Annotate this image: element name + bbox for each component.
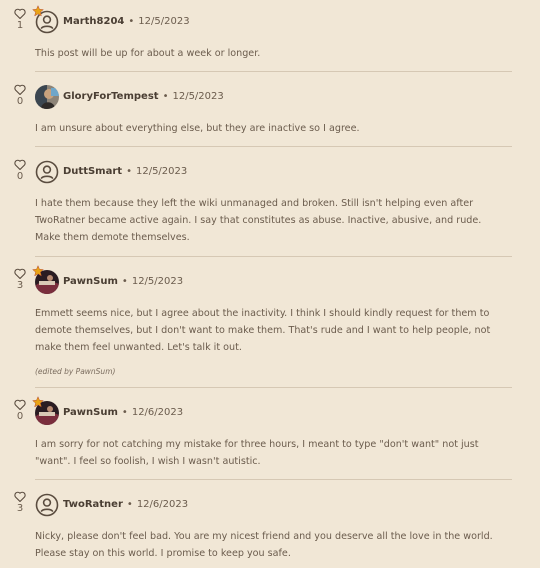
avatar[interactable] bbox=[32, 5, 59, 34]
heart-icon[interactable] bbox=[14, 84, 26, 95]
heart-icon[interactable] bbox=[14, 8, 26, 19]
separator: • bbox=[121, 407, 128, 418]
like-button[interactable]: 0 bbox=[10, 159, 30, 183]
comment-meta: PawnSum • 12/6/2023 bbox=[63, 406, 183, 420]
divider bbox=[35, 146, 512, 147]
comment-text: I am sorry for not catching my mistake f… bbox=[35, 439, 479, 467]
comment-date: 12/5/2023 bbox=[135, 166, 188, 177]
separator: • bbox=[121, 276, 128, 287]
separator: • bbox=[162, 91, 169, 102]
username-link[interactable]: TwoRatner bbox=[63, 499, 123, 510]
separator: • bbox=[126, 499, 133, 510]
separator: • bbox=[126, 166, 132, 177]
default-user-icon bbox=[35, 160, 59, 184]
avatar[interactable] bbox=[35, 493, 59, 517]
star-badge-icon bbox=[32, 396, 44, 408]
username-link[interactable]: PawnSum bbox=[63, 276, 118, 287]
comment-date: 12/5/2023 bbox=[138, 16, 190, 27]
star-badge-icon bbox=[32, 5, 44, 17]
divider bbox=[35, 256, 512, 257]
like-count: 3 bbox=[16, 503, 24, 514]
avatar[interactable] bbox=[32, 396, 59, 425]
like-count: 0 bbox=[16, 171, 24, 182]
comment-meta: TwoRatner • 12/6/2023 bbox=[63, 498, 188, 512]
default-user-icon bbox=[35, 493, 59, 517]
comment-text: Emmett seems nice, but I agree about the… bbox=[35, 308, 491, 353]
heart-icon[interactable] bbox=[14, 491, 26, 502]
avatar[interactable] bbox=[35, 160, 59, 184]
username-link[interactable]: DuttSmart bbox=[63, 166, 122, 177]
avatar[interactable] bbox=[32, 265, 59, 294]
like-count: 0 bbox=[16, 411, 24, 422]
like-button[interactable]: 3 bbox=[10, 491, 30, 515]
comment-date: 12/5/2023 bbox=[172, 91, 224, 102]
comment-date: 12/6/2023 bbox=[136, 499, 189, 510]
divider bbox=[35, 71, 512, 72]
edited-note: (edited by PawnSum) bbox=[35, 367, 116, 376]
like-button[interactable]: 1 bbox=[10, 8, 30, 32]
comment-meta: PawnSum • 12/5/2023 bbox=[63, 275, 183, 289]
heart-icon[interactable] bbox=[14, 268, 26, 279]
separator: • bbox=[128, 16, 135, 27]
photo-avatar bbox=[35, 85, 59, 109]
comment-text: Nicky, please don't feel bad. You are my… bbox=[35, 531, 493, 559]
comment-date: 12/6/2023 bbox=[131, 407, 184, 418]
username-link[interactable]: Marth8204 bbox=[63, 16, 124, 27]
comment-text: This post will be up for about a week or… bbox=[35, 48, 261, 59]
comment-meta: Marth8204 • 12/5/2023 bbox=[63, 15, 190, 29]
comment-text: I am unsure about everything else, but t… bbox=[35, 123, 360, 134]
heart-icon[interactable] bbox=[14, 159, 26, 170]
avatar[interactable] bbox=[35, 85, 59, 109]
like-button[interactable]: 0 bbox=[10, 84, 30, 108]
like-count: 1 bbox=[16, 20, 24, 31]
like-count: 3 bbox=[16, 280, 24, 291]
comment-text: I hate them because they left the wiki u… bbox=[35, 198, 482, 243]
comment-meta: DuttSmart • 12/5/2023 bbox=[63, 165, 187, 179]
divider bbox=[35, 479, 512, 480]
username-link[interactable]: PawnSum bbox=[63, 407, 118, 418]
heart-icon[interactable] bbox=[14, 399, 26, 410]
comment-meta: GloryForTempest • 12/5/2023 bbox=[63, 90, 224, 104]
star-badge-icon bbox=[32, 265, 44, 277]
divider bbox=[35, 387, 512, 388]
like-button[interactable]: 0 bbox=[10, 399, 30, 423]
like-count: 0 bbox=[16, 96, 24, 107]
username-link[interactable]: GloryForTempest bbox=[63, 91, 159, 102]
like-button[interactable]: 3 bbox=[10, 268, 30, 292]
comment-date: 12/5/2023 bbox=[131, 276, 184, 287]
